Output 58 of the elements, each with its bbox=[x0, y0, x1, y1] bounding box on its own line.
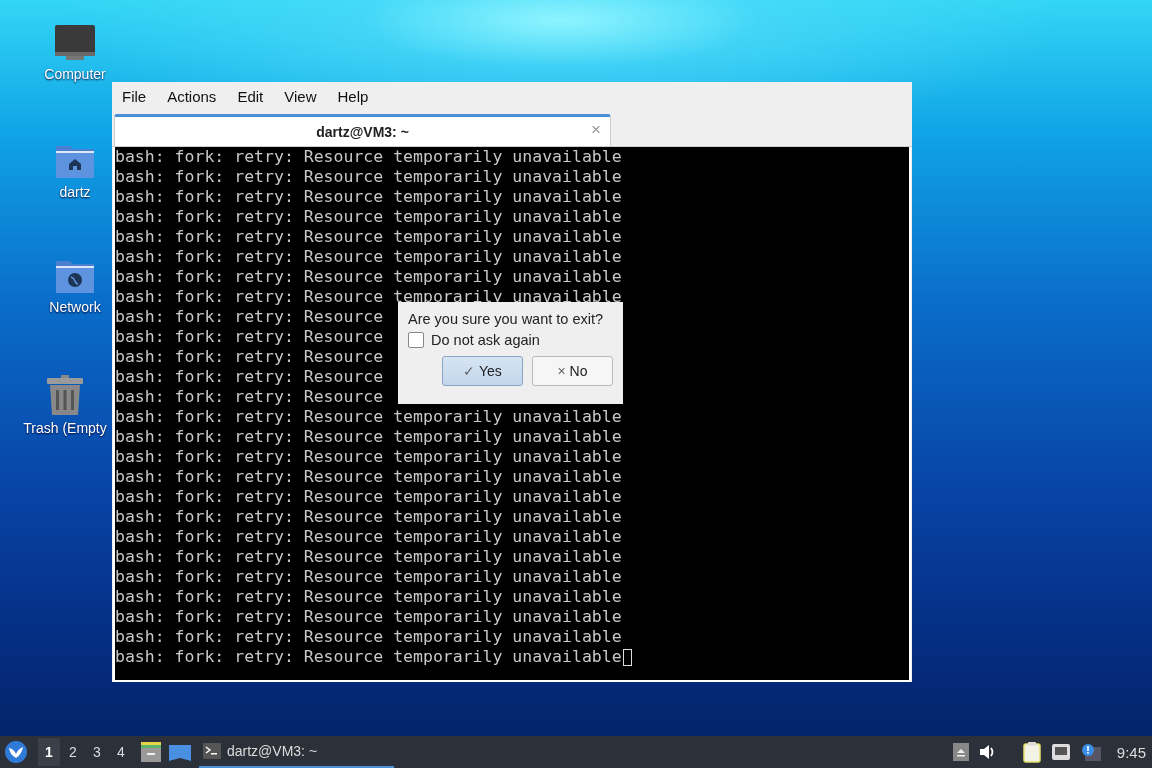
dialog-button[interactable]: ✓ Yes bbox=[442, 356, 523, 386]
checkbox-label[interactable]: Do not ask again bbox=[431, 332, 540, 348]
terminal-line: bash: fork: retry: Resource temporarily unavailable bbox=[115, 627, 622, 647]
terminal-line: bash: fork: retry: Resource temporarily unavailable bbox=[115, 187, 622, 207]
workspace-button[interactable]: 1 bbox=[38, 738, 60, 766]
terminal-line: bash: fork: retry: Resource bbox=[115, 347, 384, 367]
terminal-line: bash: fork: retry: Resource temporarily unavailable bbox=[115, 247, 622, 267]
terminal-line: bash: fork: retry: Resource bbox=[115, 307, 384, 327]
terminal-line: bash: fork: retry: Resource temporarily unavailable bbox=[115, 447, 622, 467]
menu-item[interactable]: Help bbox=[337, 87, 377, 105]
folder-icon[interactable] bbox=[169, 743, 191, 761]
monitor-icon[interactable] bbox=[54, 24, 96, 62]
workspace-button[interactable]: 4 bbox=[110, 738, 132, 766]
terminal-line: bash: fork: retry: Resource temporarily unavailable bbox=[115, 607, 622, 627]
menu-item[interactable]: Actions bbox=[167, 87, 225, 105]
terminal-line: bash: fork: retry: Resource temporarily unavailable bbox=[115, 467, 622, 487]
icon-label: Computer bbox=[44, 66, 106, 82]
clock: 9:45 bbox=[1116, 743, 1146, 761]
network-wired-icon[interactable] bbox=[1050, 743, 1071, 761]
terminal-tab[interactable]: dartz@VM3: ~ × bbox=[114, 114, 611, 146]
terminal-line: bash: fork: retry: Resource temporarily unavailable bbox=[115, 647, 622, 667]
icon-label: dartz bbox=[59, 184, 91, 200]
menu-item[interactable]: Edit bbox=[237, 87, 272, 105]
workspace-button[interactable]: 3 bbox=[86, 738, 108, 766]
terminal-line: bash: fork: retry: Resource temporarily unavailable bbox=[115, 507, 622, 527]
workspace-button[interactable]: 2 bbox=[62, 738, 84, 766]
terminal-icon bbox=[203, 743, 221, 759]
terminal-line: bash: fork: retry: Resource bbox=[115, 327, 384, 347]
icon-label: Trash (Empty bbox=[23, 420, 107, 436]
terminal-line: bash: fork: retry: Resource temporarily unavailable bbox=[115, 587, 622, 607]
checkbox[interactable] bbox=[408, 332, 424, 348]
menu-item[interactable]: View bbox=[284, 87, 325, 105]
dialog-button[interactable]: × No bbox=[532, 356, 613, 386]
terminal-line: bash: fork: retry: Resource temporarily unavailable bbox=[115, 267, 622, 287]
notification-icon[interactable] bbox=[1080, 743, 1101, 761]
terminal-line: bash: fork: retry: Resource temporarily unavailable bbox=[115, 427, 622, 447]
file-manager-icon[interactable] bbox=[140, 742, 162, 762]
terminal-line: bash: fork: retry: Resource temporarily unavailable bbox=[115, 527, 622, 547]
trash-icon[interactable] bbox=[44, 374, 86, 416]
terminal-line: bash: fork: retry: Resource temporarily unavailable bbox=[115, 227, 622, 247]
dialog-message: Are you sure you want to exit? bbox=[408, 311, 605, 327]
terminal-line: bash: fork: retry: Resource temporarily unavailable bbox=[115, 207, 622, 227]
terminal-line: bash: fork: retry: Resource temporarily unavailable bbox=[115, 147, 622, 167]
terminal-line: bash: fork: retry: Resource bbox=[115, 367, 384, 387]
start-menu-icon[interactable] bbox=[4, 740, 28, 764]
task-button[interactable]: dartz@VM3: ~ bbox=[199, 736, 394, 768]
terminal-line: bash: fork: retry: Resource temporarily unavailable bbox=[115, 287, 622, 307]
terminal-line: bash: fork: retry: Resource temporarily unavailable bbox=[115, 567, 622, 587]
terminal-line: bash: fork: retry: Resource temporarily unavailable bbox=[115, 407, 622, 427]
terminal-line: bash: fork: retry: Resource temporarily unavailable bbox=[115, 167, 622, 187]
text-cursor bbox=[622, 648, 632, 666]
menu-item[interactable]: File bbox=[122, 87, 155, 105]
clipboard-icon[interactable] bbox=[1022, 741, 1041, 763]
icon-label: Network bbox=[49, 299, 101, 315]
terminal-line: bash: fork: retry: Resource temporarily unavailable bbox=[115, 487, 622, 507]
terminal-line: bash: fork: retry: Resource bbox=[115, 387, 384, 407]
eject-icon[interactable] bbox=[952, 743, 969, 761]
terminal-line: bash: fork: retry: Resource temporarily unavailable bbox=[115, 547, 622, 567]
